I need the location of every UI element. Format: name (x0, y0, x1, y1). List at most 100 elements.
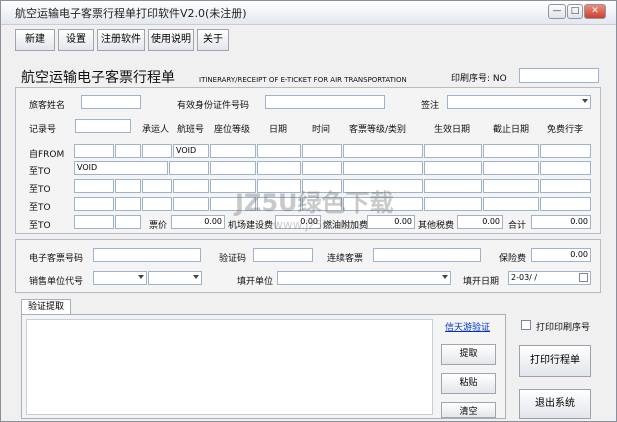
id-label: 有效身份证件号码 (177, 101, 250, 111)
endorse-label: 签注 (421, 101, 440, 111)
exit-button[interactable]: 退出系统 (519, 389, 591, 419)
date-label: 日期 (269, 125, 288, 135)
carrier-input-2[interactable] (115, 179, 141, 193)
carrier-input-3[interactable] (115, 197, 141, 211)
valid-from-label: 生效日期 (434, 125, 471, 135)
print-itinerary-button[interactable]: 打印行程单 (519, 345, 591, 377)
flight-input-2[interactable] (173, 179, 209, 193)
id-input[interactable] (265, 95, 385, 109)
insurance-input[interactable]: 0.00 (531, 248, 591, 262)
verify-textarea[interactable] (26, 319, 433, 415)
fare-basis-input-1[interactable] (343, 161, 423, 175)
passenger-input[interactable] (81, 95, 141, 109)
settings-button[interactable]: 设置 (58, 29, 94, 51)
xintianyou-verify-link[interactable]: 信天游验证 (445, 320, 490, 333)
flight-input-1[interactable] (169, 161, 209, 175)
from-input-0[interactable] (74, 144, 114, 158)
segment-label-1: 至TO (29, 167, 51, 177)
form-subtitle: ITINERARY/RECEIPT OF E-TICKET FOR AIR TR… (199, 76, 407, 84)
from-input-1[interactable]: VOID (74, 161, 168, 175)
form-title: 航空运输电子客票行程单 (21, 70, 175, 86)
valid-to-input-1[interactable] (483, 161, 539, 175)
minimize-button[interactable]: — (548, 4, 566, 19)
record-input[interactable] (75, 119, 131, 133)
paste-button[interactable]: 粘贴 (441, 373, 496, 394)
calendar-icon[interactable] (579, 273, 588, 282)
valid-to-label: 截止日期 (493, 125, 530, 135)
flight-input-0[interactable]: VOID (173, 144, 209, 158)
new-button[interactable]: 新建 (15, 29, 55, 51)
fare-basis-input-0[interactable] (343, 144, 423, 158)
carrier2-input-2[interactable] (142, 179, 172, 193)
conj-input[interactable] (373, 248, 481, 262)
register-button[interactable]: 注册软件 (97, 29, 145, 51)
from-input-4[interactable] (74, 215, 114, 229)
segment-label-2: 至TO (29, 185, 51, 195)
serial-input[interactable] (519, 68, 599, 83)
app-window: 航空运输电子客票行程单打印软件V2.0(未注册) — □ ✕ 新建 设置 注册软… (0, 0, 617, 422)
help-button[interactable]: 使用说明 (148, 29, 194, 51)
date-input-1[interactable] (257, 161, 301, 175)
carrier-label: 承运人 (142, 125, 170, 135)
valid-to-input-2[interactable] (483, 179, 539, 193)
endorse-select[interactable] (447, 95, 591, 109)
valid-from-input-3[interactable] (424, 197, 482, 211)
title-bar: 航空运输电子客票行程单打印软件V2.0(未注册) — □ ✕ (1, 1, 616, 25)
record-label: 记录号 (29, 125, 57, 135)
carrier-input-0[interactable] (115, 144, 141, 158)
clear-button[interactable]: 清空 (441, 402, 496, 418)
valid-from-input-0[interactable] (424, 144, 482, 158)
other-tax-input[interactable]: 0.00 (457, 215, 503, 229)
verify-input[interactable] (253, 248, 313, 262)
maximize-button[interactable]: □ (567, 4, 583, 19)
agent-code-select[interactable] (93, 271, 147, 285)
watermark-url: www.jz5u.com (273, 218, 359, 232)
window-title: 航空运输电子客票行程单打印软件V2.0(未注册) (15, 7, 247, 20)
baggage-input-3[interactable] (540, 197, 591, 211)
carrier2-input-3[interactable] (142, 197, 172, 211)
eticket-input[interactable] (93, 248, 201, 262)
chevron-down-icon (582, 99, 588, 103)
segment-label-0: 自FROM (29, 150, 65, 160)
valid-from-input-1[interactable] (424, 161, 482, 175)
valid-from-input-2[interactable] (424, 179, 482, 193)
issue-date-picker[interactable]: 2-03/ / (508, 271, 591, 285)
time-input-0[interactable] (302, 144, 342, 158)
from-input-2[interactable] (74, 179, 114, 193)
fare-label: 票价 (149, 221, 168, 231)
baggage-input-0[interactable] (540, 144, 591, 158)
seat-input-0[interactable] (210, 144, 256, 158)
carrier2-input-0[interactable] (142, 144, 172, 158)
total-input[interactable]: 0.00 (531, 215, 591, 229)
tab-verify-extract[interactable]: 验证提取 (21, 299, 71, 315)
other-tax-label: 其他税费 (418, 221, 455, 231)
carrier-input-4[interactable] (115, 215, 141, 229)
time-input-1[interactable] (302, 161, 342, 175)
chevron-down-icon (193, 275, 199, 279)
issuer-select[interactable] (277, 271, 451, 285)
issuer-label: 填开单位 (237, 277, 274, 287)
issue-date-label: 填开日期 (463, 277, 500, 287)
segment-label-4: 至TO (29, 221, 51, 231)
extract-button[interactable]: 提取 (441, 344, 496, 365)
from-input-3[interactable] (74, 197, 114, 211)
baggage-input-2[interactable] (540, 179, 591, 193)
baggage-input-1[interactable] (540, 161, 591, 175)
about-button[interactable]: 关于 (197, 29, 229, 51)
watermark-text: JZ5U绿色下载 (233, 189, 394, 217)
eticket-label: 电子客票号码 (29, 254, 84, 264)
print-serial-checkbox[interactable] (521, 320, 531, 330)
seat-input-1[interactable] (210, 161, 256, 175)
fare-input[interactable]: 0.00 (171, 215, 225, 229)
valid-to-input-3[interactable] (483, 197, 539, 211)
time-label: 时间 (312, 125, 331, 135)
tab-verify-panel: 信天游验证 提取 粘贴 清空 (21, 314, 506, 419)
valid-to-input-0[interactable] (483, 144, 539, 158)
flight-input-3[interactable] (173, 197, 209, 211)
agent-code2-select[interactable] (148, 271, 202, 285)
verify-label: 验证码 (219, 254, 247, 264)
date-input-0[interactable] (257, 144, 301, 158)
flight-label: 航班号 (177, 125, 205, 135)
close-button[interactable]: ✕ (584, 4, 606, 19)
chevron-down-icon (138, 275, 144, 279)
